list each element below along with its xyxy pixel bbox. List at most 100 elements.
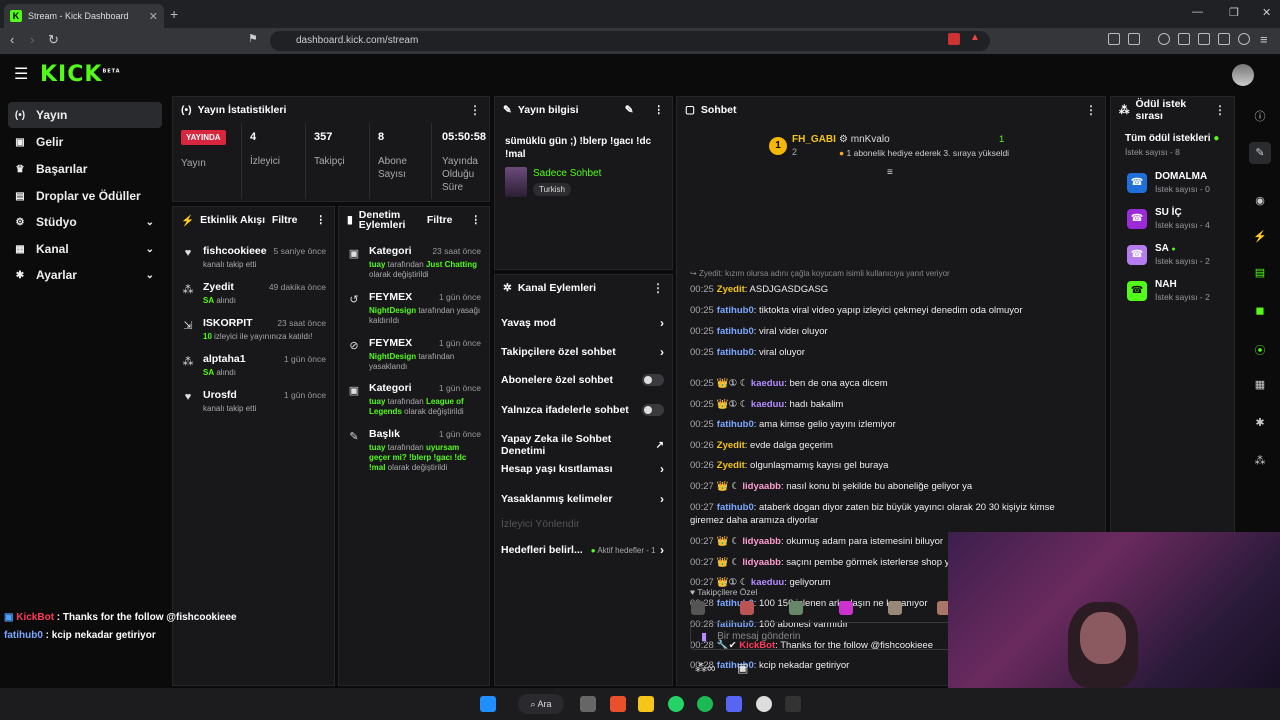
- emote-icon[interactable]: [740, 601, 755, 615]
- reward-icon[interactable]: ⁂: [1252, 454, 1268, 467]
- layout-icon[interactable]: ▦: [1252, 378, 1268, 391]
- chat-bubble-icon[interactable]: ◼: [1252, 304, 1268, 317]
- task-view-icon[interactable]: [580, 696, 596, 712]
- more-options-icon[interactable]: ⋮: [316, 214, 327, 226]
- maximize-icon[interactable]: ❐: [1229, 6, 1239, 19]
- discord-icon[interactable]: [726, 696, 742, 712]
- edit-icon[interactable]: ✎: [1249, 142, 1271, 164]
- leo-icon[interactable]: [1218, 33, 1230, 45]
- chat-username[interactable]: fatihub0: [717, 305, 754, 316]
- back-icon[interactable]: ‹: [10, 32, 14, 47]
- chat-username[interactable]: fatihub0: [717, 326, 754, 337]
- chat-username[interactable]: Zyedit: [717, 460, 745, 471]
- close-tab-icon[interactable]: ✕: [149, 10, 158, 23]
- info-icon[interactable]: ⓘ: [1252, 108, 1268, 124]
- reward-item[interactable]: ☎ SA ● İstek sayısı - 2: [1127, 243, 1210, 266]
- windows-start-icon[interactable]: [480, 696, 496, 712]
- chat-username[interactable]: lidyaabb: [742, 481, 781, 492]
- sidebar-item-droplar[interactable]: ▤ Droplar ve Ödüller: [8, 183, 162, 209]
- whatsapp-icon[interactable]: [668, 696, 684, 712]
- emote-picker-icon[interactable]: ⁂∞: [695, 661, 716, 675]
- emote-icon[interactable]: [838, 601, 853, 615]
- wallet-icon[interactable]: [1198, 33, 1210, 45]
- banned-words-row[interactable]: Yasaklanmış kelimeler ›: [501, 492, 664, 506]
- reward-item[interactable]: ☎ NAH İstek sayısı - 2: [1127, 279, 1210, 302]
- account-age-row[interactable]: Hesap yaşı kısıtlaması ›: [501, 462, 664, 476]
- forward-icon[interactable]: ›: [30, 32, 34, 47]
- screenshot-icon[interactable]: [1128, 33, 1140, 45]
- filter-button[interactable]: Filtre: [427, 215, 453, 226]
- chat-username[interactable]: lidyaabb: [742, 536, 781, 547]
- sidebar-item-ayarlar[interactable]: ✱ Ayarlar ⌄: [8, 262, 162, 288]
- emote-icon[interactable]: [691, 601, 705, 615]
- brave-rewards-icon[interactable]: ▲: [970, 32, 982, 44]
- broadcast-icon[interactable]: ⦿: [1252, 342, 1268, 358]
- category-name[interactable]: Sadece Sohbet: [533, 168, 601, 179]
- ai-moderation-row[interactable]: Yapay Zeka ile Sohbet Denetimi ↗: [501, 433, 664, 457]
- hamburger-menu-icon[interactable]: ☰: [14, 64, 28, 84]
- spotify-icon[interactable]: [697, 696, 713, 712]
- goals-row[interactable]: Hedefleri belirl... ● Aktif hedefler - 1 ›: [501, 543, 664, 557]
- sidebar-item-studyo[interactable]: ⚙ Stüdyo ⌄: [8, 209, 162, 235]
- camera-icon[interactable]: ◉: [1252, 194, 1268, 207]
- gifter-name[interactable]: ⚙ mnKvalo: [839, 134, 890, 145]
- top-gifter-name[interactable]: FH_GABI: [792, 134, 836, 145]
- more-options-icon[interactable]: ⋮: [1214, 103, 1226, 117]
- reload-icon[interactable]: ↻: [48, 32, 59, 48]
- followers-only-row[interactable]: Takipçilere özel sohbet ›: [501, 345, 664, 359]
- sidebar-item-basarilar[interactable]: ♛ Başarılar: [8, 156, 162, 182]
- lightning-icon[interactable]: ⚡: [1252, 230, 1268, 243]
- bookmark-icon[interactable]: ⚑: [248, 32, 258, 45]
- file-explorer-icon[interactable]: [638, 696, 654, 712]
- more-options-icon[interactable]: ⋮: [654, 104, 665, 116]
- filter-button[interactable]: Filtre: [272, 214, 298, 226]
- slow-mode-row[interactable]: Yavaş mod ›: [501, 316, 664, 330]
- category-icon: ▣: [348, 248, 360, 260]
- brave-icon[interactable]: [610, 696, 626, 712]
- pinned-expand-icon[interactable]: ≡: [887, 167, 893, 178]
- chat-username[interactable]: fatihub0: [717, 419, 754, 430]
- new-tab-icon[interactable]: +: [170, 6, 178, 22]
- app-icon[interactable]: [756, 696, 772, 712]
- extensions-icon[interactable]: [1108, 33, 1120, 45]
- sidebar-item-kanal[interactable]: ▦ Kanal ⌄: [8, 236, 162, 262]
- sidebar-item-gelir[interactable]: ▣ Gelir: [8, 129, 162, 155]
- chat-username[interactable]: Zyedit: [717, 284, 745, 295]
- edit-icon[interactable]: ✎: [625, 104, 634, 116]
- close-window-icon[interactable]: ✕: [1262, 6, 1271, 19]
- vpn-icon[interactable]: [1238, 33, 1250, 45]
- chat-username[interactable]: fatihub0: [717, 347, 754, 358]
- menu-icon[interactable]: ≡: [1260, 32, 1268, 47]
- microphone-icon[interactable]: ▮: [701, 630, 707, 643]
- sidebar-item-yayin[interactable]: (•) Yayın: [8, 102, 162, 128]
- url-field[interactable]: dashboard.kick.com/stream: [270, 31, 990, 51]
- chat-username[interactable]: lidyaabb: [742, 557, 781, 568]
- user-avatar[interactable]: [1232, 64, 1254, 86]
- all-rewards-label[interactable]: Tüm ödül istekleri ●: [1125, 133, 1219, 144]
- wrench-icon[interactable]: ✱: [1252, 416, 1268, 429]
- sidebar-toggle-icon[interactable]: [1178, 33, 1190, 45]
- subscribers-only-toggle[interactable]: [642, 374, 664, 386]
- taskbar-search[interactable]: ⌕ Ara: [518, 694, 564, 714]
- gift-icon[interactable]: ▣: [737, 661, 748, 675]
- chat-username[interactable]: fatihub0: [717, 502, 754, 513]
- more-options-icon[interactable]: ⋮: [1085, 103, 1097, 117]
- chat-username[interactable]: Zyedit: [717, 440, 745, 451]
- more-options-icon[interactable]: ⋮: [469, 103, 481, 117]
- obs-icon[interactable]: [785, 696, 801, 712]
- reward-item[interactable]: ☎ DOMALMA İstek sayısı - 0: [1127, 171, 1210, 194]
- reward-item[interactable]: ☎ SU İÇ İstek sayısı - 4: [1127, 207, 1210, 230]
- chat-username[interactable]: kaeduu: [751, 378, 784, 389]
- more-options-icon[interactable]: ⋮: [652, 281, 664, 295]
- brave-shield-icon[interactable]: [948, 33, 960, 45]
- browser-tab[interactable]: K Stream - Kick Dashboard ✕: [4, 4, 164, 28]
- chat-username[interactable]: kaeduu: [751, 399, 784, 410]
- media-icon[interactable]: [1158, 33, 1170, 45]
- kick-logo[interactable]: KICKBETA: [40, 62, 121, 87]
- emote-icon[interactable]: [887, 601, 902, 615]
- emote-icon[interactable]: [789, 601, 804, 615]
- more-options-icon[interactable]: ⋮: [471, 215, 482, 226]
- clipboard-icon[interactable]: ▤: [1252, 266, 1268, 279]
- minimize-icon[interactable]: —: [1192, 6, 1203, 18]
- emote-only-toggle[interactable]: [642, 404, 664, 416]
